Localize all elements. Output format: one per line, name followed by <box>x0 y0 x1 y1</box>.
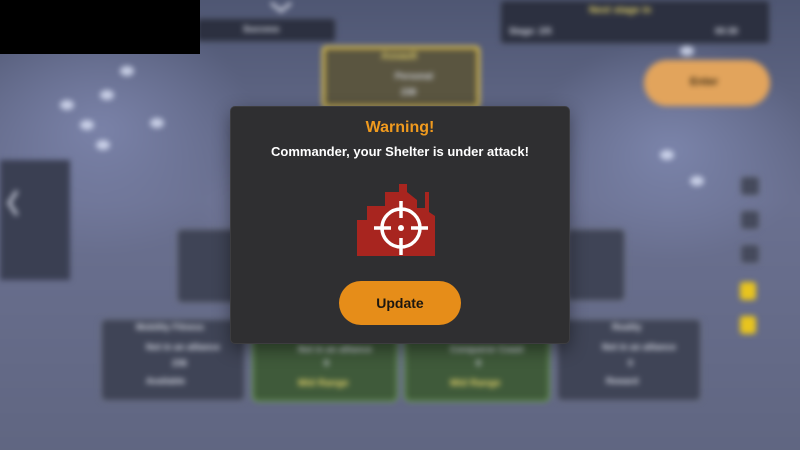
light-icon <box>120 66 134 76</box>
bottom-card-value: 0 <box>476 358 482 368</box>
enter-button[interactable]: Enter <box>644 60 770 106</box>
bottom-card-title: Reality <box>612 322 642 332</box>
side-card-right[interactable] <box>566 228 626 302</box>
side-highlight[interactable] <box>740 282 756 300</box>
top-card[interactable]: Assault Personal 238 <box>322 46 480 108</box>
bottom-card-status: Available <box>146 376 186 386</box>
bottom-card-title: Mobility Fitness <box>136 322 205 332</box>
dialog-title: Warning! <box>365 119 435 136</box>
bottom-card-name: Conqueror Coast <box>450 344 524 354</box>
side-control[interactable] <box>740 176 760 196</box>
bottom-card-status: Reward <box>606 376 639 386</box>
dialog-message: Commander, your Shelter is under attack! <box>271 144 529 159</box>
light-icon <box>96 140 110 150</box>
chevron-left-icon[interactable] <box>6 188 20 218</box>
stage-label: Stage: 2/5 <box>509 26 552 36</box>
light-icon <box>150 118 164 128</box>
bottom-card-value: 236 <box>172 358 188 368</box>
shelter-under-attack-icon <box>355 178 447 256</box>
bottom-card-status: Mid Range <box>450 378 501 389</box>
side-control[interactable] <box>740 244 760 264</box>
bottom-card-value: 0 <box>628 358 634 368</box>
warning-dialog: Warning! Commander, your Shelter is unde… <box>231 107 569 343</box>
top-card-value: 238 <box>401 87 417 97</box>
game-screen: Success Next stage in Stage: 2/5 00:30 E… <box>0 0 800 450</box>
light-icon <box>660 150 674 160</box>
bottom-card-value: 0 <box>324 358 330 368</box>
light-icon <box>60 100 74 110</box>
light-icon <box>100 90 114 100</box>
light-icon <box>690 176 704 186</box>
bottom-card[interactable]: Mobility Fitness Not in an alliance 236 … <box>100 318 246 402</box>
bottom-card-name: Not in an alliance <box>602 342 677 352</box>
update-button[interactable]: Update <box>339 281 461 325</box>
top-tab[interactable]: Success <box>196 18 336 42</box>
top-card-title: Assault <box>381 51 418 62</box>
black-overlay-block <box>0 0 200 54</box>
light-icon <box>680 46 694 56</box>
stage-title: Next stage in <box>589 5 652 16</box>
top-card-name: Personal <box>395 71 434 81</box>
enter-label: Enter <box>690 76 719 88</box>
stage-panel: Next stage in Stage: 2/5 00:30 <box>500 0 770 44</box>
bottom-card-name: Not in an alliance <box>146 342 221 352</box>
stage-timer: 00:30 <box>715 26 739 36</box>
tab-label: Success <box>243 24 280 34</box>
building-silhouette <box>0 160 70 280</box>
light-icon <box>80 120 94 130</box>
bottom-card-name: Not in an alliance <box>298 344 373 354</box>
bottom-card-status: Mid Range <box>298 378 349 389</box>
bottom-card[interactable]: Conqueror Coast 0 Mid Range <box>404 334 550 402</box>
bottom-card[interactable]: Reality Not in an alliance 0 Reward <box>556 318 702 402</box>
bottom-card[interactable]: Not in an alliance 0 Mid Range <box>252 334 398 402</box>
chevron-down-icon[interactable] <box>268 0 294 14</box>
side-control[interactable] <box>740 210 760 230</box>
side-highlight[interactable] <box>740 316 756 334</box>
